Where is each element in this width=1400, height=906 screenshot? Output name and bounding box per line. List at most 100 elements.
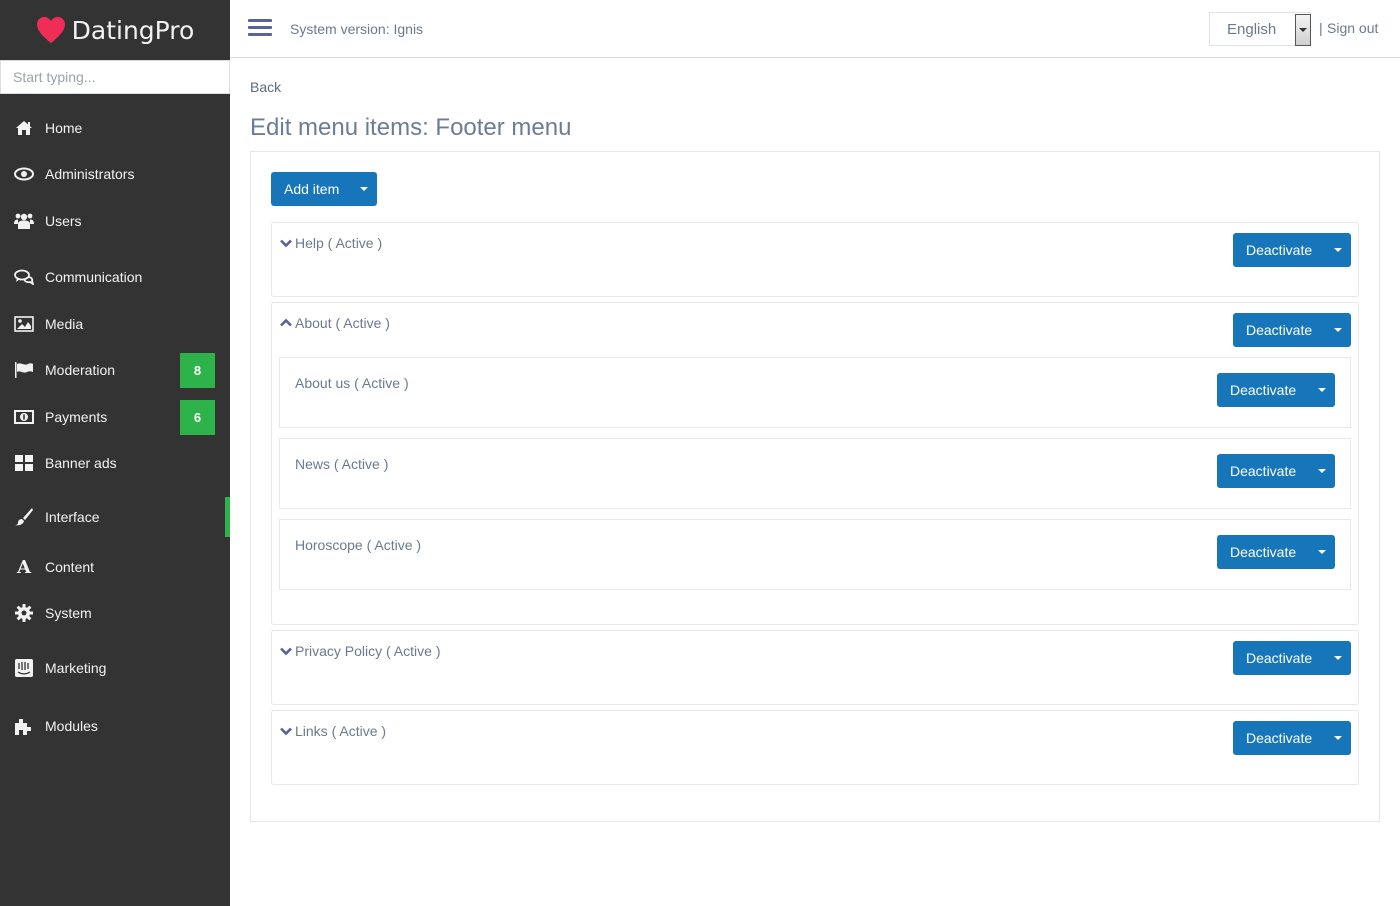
sidebar-item-banner-ads[interactable]: Banner ads (0, 443, 230, 483)
sidebar-item-label: Banner ads (45, 455, 117, 471)
font-icon: A (17, 556, 31, 578)
menu-item-toggle[interactable]: Links ( Active ) (280, 723, 386, 739)
deactivate-label: Deactivate (1230, 463, 1297, 479)
search-field[interactable] (0, 60, 230, 94)
sidebar-item-label: Media (45, 316, 84, 332)
deactivate-button[interactable]: Deactivate (1233, 721, 1351, 755)
system-version: System version: Ignis (290, 21, 424, 37)
caret-down-icon[interactable] (1334, 656, 1342, 660)
flag-icon (14, 361, 34, 379)
deactivate-button[interactable]: Deactivate (1217, 454, 1335, 488)
search-input[interactable] (1, 61, 229, 93)
caret-down-icon[interactable] (1334, 328, 1342, 332)
users-icon (14, 212, 34, 230)
sidebar-item-home[interactable]: Home (0, 108, 230, 148)
caret-down-icon[interactable] (1318, 550, 1326, 554)
sidebar-item-label: Administrators (45, 166, 135, 182)
deactivate-button[interactable]: Deactivate (1217, 373, 1335, 407)
top-bar: System version: Ignis English | Sign out (230, 0, 1400, 58)
brush-icon (14, 508, 34, 526)
menu-toggle-icon[interactable] (248, 19, 272, 39)
sidebar-item-administrators[interactable]: Administrators (0, 154, 230, 194)
deactivate-label: Deactivate (1230, 382, 1297, 398)
sidebar-item-label: Payments (45, 409, 108, 425)
menu-item-title: Help ( Active ) (295, 235, 383, 251)
sidebar-item-label: Moderation (45, 362, 116, 378)
brand-name: DatingPro (71, 15, 195, 45)
sidebar-item-label: Home (45, 120, 83, 136)
submenu-item-horoscope (279, 519, 1351, 590)
chevron-down-icon (280, 239, 292, 248)
submenu-item-title[interactable]: Horoscope ( Active ) (295, 537, 421, 553)
deactivate-button[interactable]: Deactivate (1233, 313, 1351, 347)
sidebar-item-media[interactable]: Media (0, 304, 230, 344)
home-icon (14, 119, 34, 137)
caret-down-icon[interactable] (1318, 469, 1326, 473)
submenu-item-title[interactable]: About us ( Active ) (295, 375, 409, 391)
sidebar-item-moderation[interactable]: Moderation 8 (0, 350, 230, 390)
submenu-item-about-us (279, 357, 1351, 428)
caret-down-icon[interactable] (1334, 248, 1342, 252)
moderation-count-badge: 8 (180, 352, 215, 388)
deactivate-button[interactable]: Deactivate (1233, 641, 1351, 675)
sidebar-item-label: Communication (45, 269, 143, 285)
separator: | (1319, 20, 1323, 36)
menu-item-help (271, 222, 1359, 297)
chevron-down-icon (280, 647, 292, 656)
language-select[interactable]: English (1209, 12, 1311, 46)
menu-item-title: Privacy Policy ( Active ) (295, 643, 441, 659)
sidebar-item-communication[interactable]: Communication (0, 257, 230, 297)
chevron-down-icon (280, 727, 292, 736)
chevron-down-icon[interactable] (1295, 14, 1311, 46)
comments-icon (14, 268, 34, 286)
sidebar-item-content[interactable]: A Content (0, 547, 230, 587)
sidebar-item-interface[interactable]: Interface (0, 497, 230, 537)
sign-out-link[interactable]: Sign out (1327, 20, 1378, 36)
heart-icon (36, 16, 65, 44)
sidebar-item-users[interactable]: Users (0, 201, 230, 241)
deactivate-button[interactable]: Deactivate (1233, 233, 1351, 267)
caret-down-icon[interactable] (1318, 388, 1326, 392)
add-item-button[interactable]: Add item (271, 172, 377, 206)
sidebar-item-label: Interface (45, 509, 100, 525)
menu-item-title: Links ( Active ) (295, 723, 387, 739)
language-value: English (1227, 21, 1277, 38)
eye-icon (14, 165, 34, 183)
submenu-item-news (279, 438, 1351, 509)
menu-item-links (271, 710, 1359, 785)
money-icon (14, 408, 34, 426)
gear-icon (14, 604, 34, 622)
sidebar-item-label: Content (45, 559, 95, 575)
menu-item-toggle[interactable]: Help ( Active ) (280, 235, 382, 251)
sidebar-item-marketing[interactable]: Marketing (0, 648, 230, 688)
back-link[interactable]: Back (250, 79, 281, 95)
sidebar-item-payments[interactable]: Payments 6 (0, 397, 230, 437)
page-title: Edit menu items: Footer menu (250, 114, 572, 141)
sidebar-item-label: System (45, 605, 92, 621)
add-item-label: Add item (284, 181, 340, 197)
sidebar: DatingPro Home Administrators Users Comm… (0, 0, 230, 906)
sidebar-item-label: Users (45, 213, 82, 229)
deactivate-label: Deactivate (1246, 322, 1313, 338)
payments-count-badge: 6 (180, 399, 215, 435)
deactivate-label: Deactivate (1230, 544, 1297, 560)
deactivate-button[interactable]: Deactivate (1217, 535, 1335, 569)
intercom-icon (14, 659, 34, 677)
sidebar-item-label: Modules (45, 718, 98, 734)
sidebar-item-system[interactable]: System (0, 593, 230, 633)
deactivate-label: Deactivate (1246, 242, 1313, 258)
menu-item-privacy-policy (271, 630, 1359, 705)
puzzle-icon (14, 717, 34, 735)
menu-item-title: About ( Active ) (295, 315, 390, 331)
sidebar-item-modules[interactable]: Modules (0, 706, 230, 746)
menu-item-toggle[interactable]: Privacy Policy ( Active ) (280, 643, 440, 659)
menu-item-toggle[interactable]: About ( Active ) (280, 315, 390, 331)
active-indicator (225, 497, 230, 537)
caret-down-icon[interactable] (1334, 736, 1342, 740)
sidebar-item-label: Marketing (45, 660, 107, 676)
submenu-item-title[interactable]: News ( Active ) (295, 456, 388, 472)
logo[interactable]: DatingPro (0, 0, 230, 60)
grid-icon (14, 454, 34, 472)
caret-down-icon[interactable] (360, 187, 368, 191)
deactivate-label: Deactivate (1246, 650, 1313, 666)
